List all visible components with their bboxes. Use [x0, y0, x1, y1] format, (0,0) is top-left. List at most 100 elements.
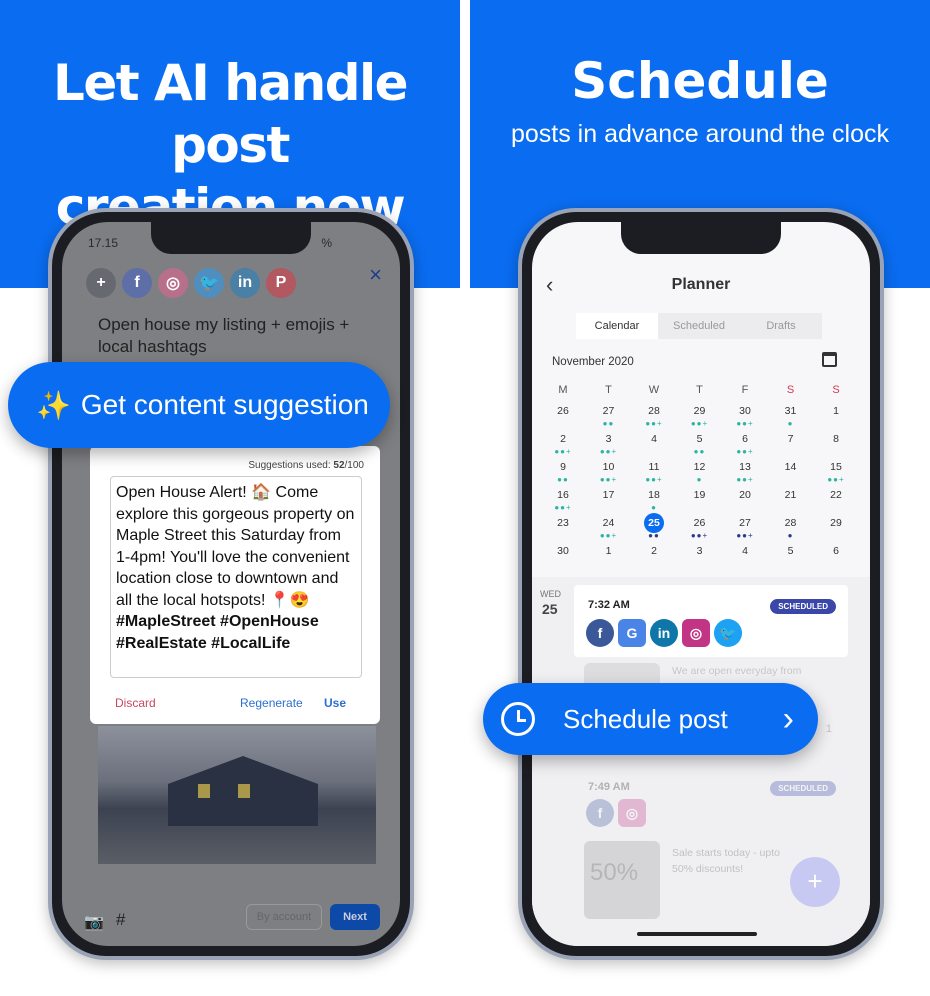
calendar-day[interactable]: 26 — [685, 517, 715, 529]
calendar-day[interactable]: 1 — [821, 405, 851, 417]
add-post-fab[interactable]: + — [790, 857, 840, 907]
prompt-input[interactable]: Open house my listing + emojis + local h… — [98, 314, 368, 358]
post-indicator-dots: ●●+ — [554, 503, 572, 512]
get-content-suggestion-button[interactable]: ✨ Get content suggestion — [8, 362, 390, 448]
weekday-header: M — [558, 384, 568, 396]
post-indicator-dots: ●● — [602, 419, 615, 428]
calendar-day[interactable]: 27 — [594, 405, 624, 417]
discard-button[interactable]: Discard — [115, 696, 156, 710]
post-text: Sale starts today - upto 50% discounts! — [672, 847, 780, 875]
calendar-day[interactable]: 10 — [594, 461, 624, 473]
calendar-day[interactable]: 6 — [821, 545, 851, 557]
calendar-day[interactable]: 28 — [776, 517, 806, 529]
calendar-day[interactable]: 5 — [685, 433, 715, 445]
by-account-button[interactable]: By account — [246, 904, 322, 930]
post-indicator-dots: ●●+ — [645, 419, 663, 428]
calendar-day[interactable]: 14 — [776, 461, 806, 473]
post-indicator-dots: ● — [787, 531, 794, 540]
calendar-day[interactable]: 26 — [548, 405, 578, 417]
regenerate-button[interactable]: Regenerate — [240, 696, 303, 710]
pill-label: Schedule post — [563, 703, 728, 734]
pinterest-icon[interactable]: P — [266, 268, 296, 298]
calendar-day[interactable]: 6 — [730, 433, 760, 445]
day-number: 25 — [542, 601, 558, 617]
calendar-day[interactable]: 15 — [821, 461, 851, 473]
calendar-day[interactable]: 3 — [685, 545, 715, 557]
battery-status: % — [321, 236, 332, 250]
calendar-day[interactable]: 2 — [548, 433, 578, 445]
calendar-day[interactable]: 4 — [730, 545, 760, 557]
calendar-day[interactable]: 24 — [594, 517, 624, 529]
close-icon[interactable]: × — [369, 262, 382, 288]
use-button[interactable]: Use — [324, 696, 346, 710]
post-indicator-dots: ●●+ — [645, 475, 663, 484]
calendar-day[interactable]: 3 — [594, 433, 624, 445]
calendar-day[interactable]: 9 — [548, 461, 578, 473]
calendar-day[interactable]: 23 — [548, 517, 578, 529]
google-business-icon: G — [618, 619, 646, 647]
facebook-icon: f — [586, 799, 614, 827]
calendar-day[interactable]: 30 — [548, 545, 578, 557]
calendar-day[interactable]: 29 — [821, 517, 851, 529]
linkedin-icon[interactable]: in — [230, 268, 260, 298]
calendar-day[interactable]: 4 — [639, 433, 669, 445]
calendar-day[interactable]: 2 — [639, 545, 669, 557]
calendar-day[interactable]: 11 — [639, 461, 669, 473]
post-indicator-dots: ●●+ — [690, 419, 709, 428]
tab-drafts[interactable]: Drafts — [740, 313, 822, 339]
hashtag-icon[interactable]: # — [116, 910, 125, 930]
calendar-day[interactable]: 28 — [639, 405, 669, 417]
calendar-day[interactable]: 29 — [685, 405, 715, 417]
calendar-day[interactable]: 30 — [730, 405, 760, 417]
tab-bar: Calendar Scheduled Drafts — [576, 313, 822, 339]
linkedin-icon: in — [650, 619, 678, 647]
schedule-post-button[interactable]: Schedule post › — [483, 683, 818, 755]
generated-text-area[interactable]: Open House Alert! 🏠 Come explore this go… — [110, 476, 362, 678]
calendar-day[interactable]: 8 — [821, 433, 851, 445]
calendar-day[interactable]: 22 — [821, 489, 851, 501]
instagram-icon: ◎ — [618, 799, 646, 827]
calendar-day-selected[interactable]: 25 — [644, 513, 664, 533]
post-thumbnail: 50% — [584, 841, 660, 919]
calendar-icon[interactable] — [822, 352, 837, 367]
weekday-header: S — [832, 384, 840, 396]
calendar-day[interactable]: 5 — [776, 545, 806, 557]
calendar-day[interactable]: 19 — [685, 489, 715, 501]
post-networks: f ◎ — [586, 799, 646, 827]
instagram-icon[interactable]: ◎ — [158, 268, 188, 298]
tab-scheduled[interactable]: Scheduled — [658, 313, 740, 339]
status-badge: SCHEDULED — [770, 599, 836, 614]
facebook-icon[interactable]: f — [122, 268, 152, 298]
calendar-day[interactable]: 16 — [548, 489, 578, 501]
calendar-day[interactable]: 12 — [685, 461, 715, 473]
post-text: We are open everyday from — [672, 665, 802, 677]
post-indicator-dots: ●●+ — [554, 447, 572, 456]
calendar-day[interactable]: 27 — [730, 517, 760, 529]
post-indicator-dots: ● — [696, 475, 703, 484]
post-list: WED 25 7:32 AM SCHEDULED f Gin ◎ 🐦 We are o… — [532, 577, 870, 946]
tab-calendar[interactable]: Calendar — [576, 313, 658, 339]
calendar-day[interactable]: 17 — [594, 489, 624, 501]
instagram-icon: ◎ — [682, 619, 710, 647]
calendar-day[interactable]: 31 — [776, 405, 806, 417]
post-card[interactable]: 7:32 AM SCHEDULED f Gin ◎ 🐦 — [574, 585, 848, 657]
calendar-day[interactable]: 18 — [639, 489, 669, 501]
calendar-day[interactable]: 20 — [730, 489, 760, 501]
post-networks: f Gin ◎ 🐦 — [586, 619, 742, 647]
post-indicator-dots: ●●+ — [736, 447, 754, 456]
status-time: 17.15 — [88, 236, 119, 250]
calendar-day[interactable]: 21 — [776, 489, 806, 501]
weekday-header: F — [741, 384, 749, 396]
post-indicator-dots: ●●+ — [599, 447, 618, 456]
post-indicator-dots: ●●+ — [827, 475, 845, 484]
twitter-icon[interactable]: 🐦 — [194, 268, 224, 298]
add-icon[interactable]: + — [86, 268, 116, 298]
calendar-day[interactable]: 1 — [594, 545, 624, 557]
next-button[interactable]: Next — [330, 904, 380, 930]
post-indicator-dots: ●●+ — [736, 531, 754, 540]
camera-icon[interactable]: 📷 — [84, 912, 104, 932]
suggestion-dialog: Suggestions used: 52/100 Open House Aler… — [90, 446, 380, 724]
calendar-day[interactable]: 7 — [776, 433, 806, 445]
calendar-day[interactable]: 13 — [730, 461, 760, 473]
post-indicator-dots: ● — [651, 503, 657, 512]
